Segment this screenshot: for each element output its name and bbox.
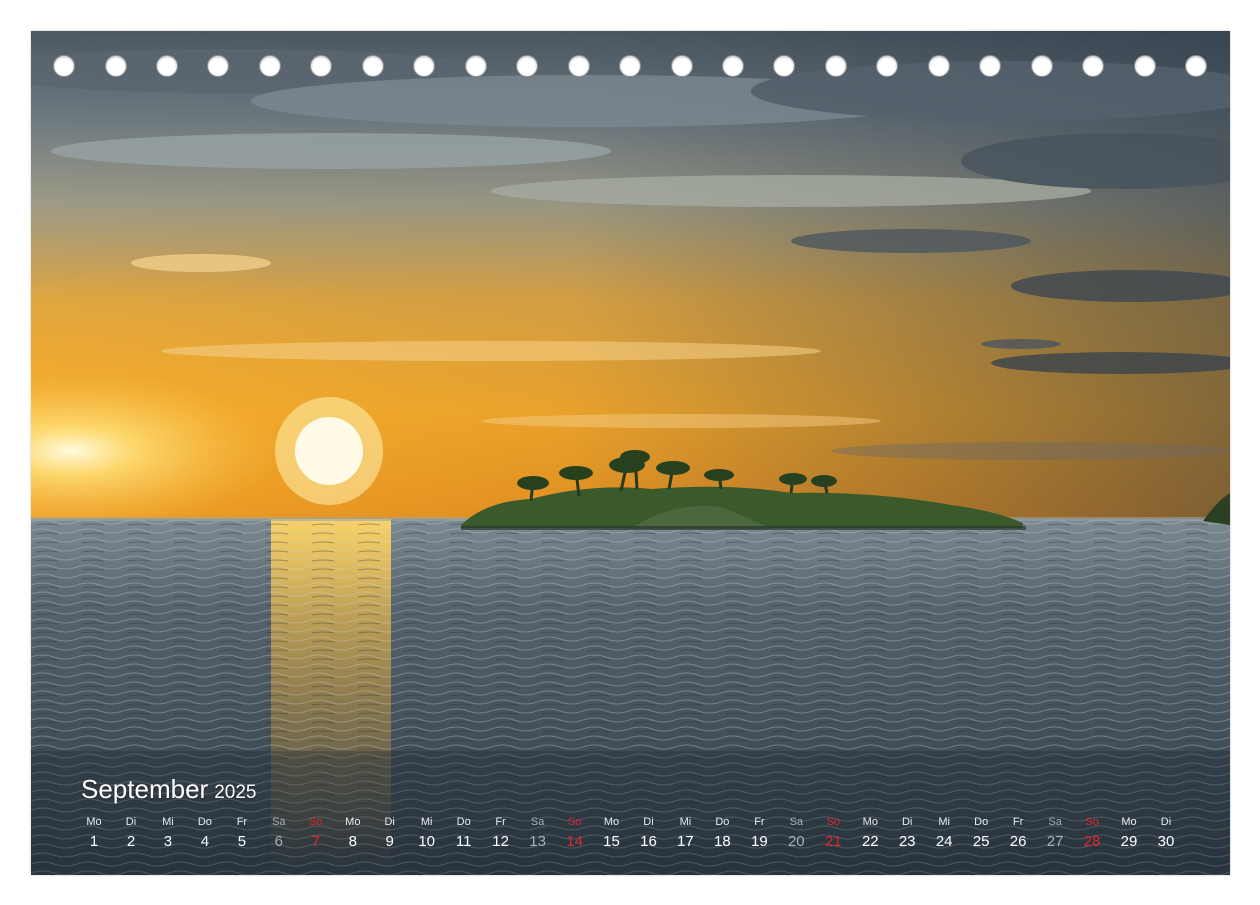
weekday-label: Di: [901, 816, 913, 828]
calendar-day: Fr 12: [481, 815, 521, 852]
day-number: 19: [751, 833, 768, 850]
day-number: 18: [714, 833, 731, 850]
calendar-page: September 2025 Mo 1 Di 2 Mi 3 Do 4 Fr 5 Sa 6 So 7 Mo 8 Di…: [0, 0, 1260, 905]
weekday-label: Mo: [603, 816, 620, 828]
calendar-day: Di 2: [111, 815, 151, 852]
day-number: 3: [163, 833, 173, 850]
day-number: 2: [126, 833, 136, 850]
day-number: 1: [89, 833, 99, 850]
weekday-label: Do: [715, 816, 730, 828]
calendar-day: Di 23: [887, 815, 927, 852]
month-label: September: [81, 774, 209, 804]
day-number: 24: [935, 833, 953, 850]
weekday-label: Mi: [420, 816, 433, 828]
calendar-day: Mi 17: [665, 815, 705, 852]
calendar-day: Do 4: [185, 815, 225, 852]
day-number: 23: [898, 833, 916, 850]
calendar-day: Mo 15: [592, 815, 632, 852]
calendar-day: Mi 3: [148, 815, 188, 852]
calendar-day: Fr 26: [998, 815, 1038, 852]
sunset-island-photo: [31, 31, 1230, 875]
calendar-day: Sa 6: [259, 815, 299, 852]
day-number: 4: [200, 833, 210, 850]
day-number: 26: [1009, 833, 1027, 850]
weekday-label: Mo: [345, 816, 361, 828]
calendar-title: September 2025: [81, 774, 256, 805]
day-number: 6: [274, 833, 283, 850]
day-number: 12: [492, 833, 509, 850]
calendar-day: Mo 1: [74, 815, 114, 852]
day-number: 30: [1157, 833, 1175, 850]
calendar-day: So 14: [555, 815, 595, 852]
photo-illustration: [31, 31, 1230, 875]
calendar-day: Di 16: [629, 815, 669, 852]
weekday-label: Mo: [86, 816, 102, 828]
day-number: 28: [1083, 833, 1101, 850]
weekday-label: Mo: [1121, 816, 1137, 828]
day-number: 25: [972, 833, 990, 850]
weekday-label: So: [826, 816, 841, 828]
calendar-day: Mi 10: [407, 815, 447, 852]
weekday-label: Di: [1160, 816, 1172, 828]
weekday-label: So: [1085, 816, 1099, 828]
calendar-day: Sa 27: [1035, 815, 1075, 852]
calendar-day: Mi 24: [924, 815, 964, 852]
day-number: 22: [861, 833, 879, 850]
calendar-day: Do 11: [444, 815, 484, 852]
day-number: 16: [640, 833, 657, 850]
calendar-day-row: Mo 1 Di 2 Mi 3 Do 4 Fr 5 Sa 6 So 7 Mo 8 Di 9 Mi 10 Do 11 Fr 12 S…: [0, 815, 1260, 865]
day-number: 21: [824, 833, 842, 850]
weekday-label: Sa: [530, 816, 545, 828]
weekday-label: Mi: [938, 816, 950, 828]
day-number: 8: [348, 833, 357, 850]
weekday-label: Fr: [754, 816, 765, 828]
day-number: 11: [455, 833, 472, 850]
weekday-label: Di: [384, 816, 395, 828]
day-number: 15: [603, 833, 620, 850]
weekday-label: Sa: [789, 816, 804, 828]
weekday-label: Di: [125, 816, 137, 828]
day-number: 27: [1046, 833, 1064, 850]
weekday-label: Fr: [236, 816, 248, 828]
weekday-label: Di: [643, 816, 654, 828]
day-number: 17: [677, 833, 694, 850]
year-label: 2025: [214, 782, 257, 803]
calendar-day: Do 18: [702, 815, 742, 852]
calendar-day: Di 30: [1146, 815, 1186, 852]
day-number: 13: [529, 833, 546, 850]
weekday-label: Do: [974, 816, 989, 828]
calendar-day: Mo 8: [333, 815, 373, 852]
calendar-day: Sa 13: [518, 815, 558, 852]
weekday-label: So: [309, 816, 323, 828]
day-number: 5: [237, 833, 247, 850]
weekday-label: Fr: [495, 816, 506, 828]
calendar-day: Do 25: [961, 815, 1001, 852]
weekday-label: Do: [456, 816, 471, 828]
weekday-label: Sa: [1048, 816, 1062, 828]
calendar-day: Sa 20: [776, 815, 816, 852]
day-number: 10: [418, 833, 436, 850]
day-number: 9: [385, 833, 394, 850]
day-number: 7: [311, 833, 320, 850]
calendar-day: Di 9: [370, 815, 410, 852]
weekday-label: Mo: [862, 816, 878, 828]
calendar-day: So 21: [813, 815, 853, 852]
weekday-label: Fr: [1012, 816, 1024, 828]
day-number: 20: [787, 833, 805, 850]
calendar-day: So 7: [296, 815, 336, 852]
weekday-label: Mi: [162, 816, 174, 828]
weekday-label: Do: [197, 816, 212, 828]
calendar-day: So 28: [1072, 815, 1112, 852]
calendar-day: Fr 19: [739, 815, 779, 852]
weekday-label: Sa: [272, 816, 286, 828]
weekday-label: So: [567, 816, 582, 828]
calendar-day: Fr 5: [222, 815, 262, 852]
day-number: 14: [566, 833, 583, 850]
weekday-label: Mi: [679, 816, 692, 828]
calendar-day: Mo 29: [1109, 815, 1149, 852]
day-number: 29: [1120, 833, 1138, 850]
calendar-day: Mo 22: [850, 815, 890, 852]
